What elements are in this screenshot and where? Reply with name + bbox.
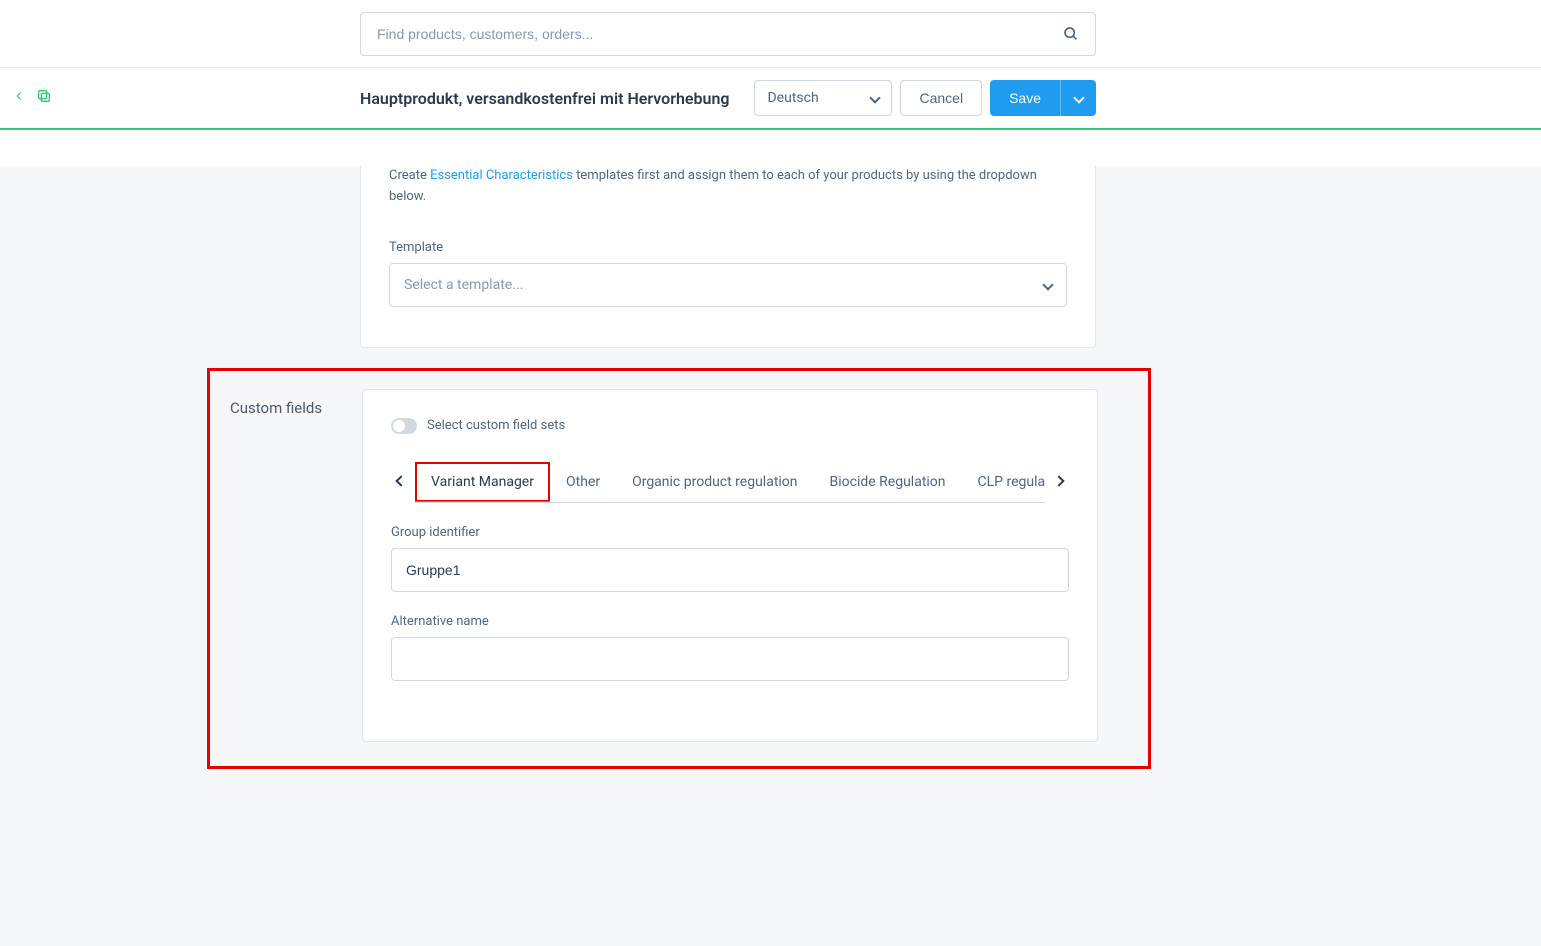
group-identifier-input[interactable] [391,548,1069,592]
custom-fields-highlight: Custom fields Select custom field sets V… [207,368,1151,769]
cancel-button[interactable]: Cancel [900,80,982,116]
language-value: Deutsch [767,90,818,106]
search-icon[interactable] [1063,26,1079,42]
tab-organic-product-regulation[interactable]: Organic product regulation [616,462,813,502]
copy-icon[interactable] [36,88,52,108]
chevron-down-icon [1044,277,1052,293]
custom-field-tabs: Variant Manager Other Organic product re… [391,462,1069,503]
language-select[interactable]: Deutsch [754,80,892,116]
template-select[interactable]: Select a template... [389,263,1067,307]
template-placeholder: Select a template... [404,277,523,293]
select-custom-field-sets-label: Select custom field sets [427,418,565,433]
alternative-name-input[interactable] [391,637,1069,681]
save-dropdown[interactable] [1060,80,1096,116]
top-search-bar [0,0,1541,68]
back-icon[interactable] [12,89,26,107]
select-custom-field-sets-toggle[interactable] [391,418,417,434]
tabs-scroll-left[interactable] [391,480,411,485]
essential-characteristics-card: Create Essential Characteristics templat… [360,166,1096,348]
tabs-scroll-right[interactable] [1049,480,1069,485]
desc-prefix: Create [389,168,430,183]
global-search[interactable] [360,12,1096,56]
search-input[interactable] [377,26,1063,42]
essential-characteristics-link[interactable]: Essential Characteristics [430,168,573,183]
alternative-name-label: Alternative name [391,614,1069,629]
page-title: Hauptprodukt, versandkostenfrei mit Herv… [360,89,730,108]
action-bar: Hauptprodukt, versandkostenfrei mit Herv… [0,68,1541,130]
page-body: Create Essential Characteristics templat… [0,166,1541,946]
tab-biocide-regulation[interactable]: Biocide Regulation [814,462,962,502]
tab-variant-manager[interactable]: Variant Manager [415,462,550,502]
tab-clp-regulation[interactable]: CLP regulat [962,462,1045,502]
save-button[interactable]: Save [990,80,1060,116]
essential-characteristics-desc: Create Essential Characteristics templat… [389,166,1067,208]
custom-fields-card: Select custom field sets Variant Manager… [362,389,1098,742]
custom-fields-section-title: Custom fields [230,399,322,417]
chevron-down-icon [871,90,879,106]
tab-other[interactable]: Other [550,462,616,502]
chevron-down-icon [1075,90,1083,106]
template-label: Template [389,240,1067,255]
group-identifier-label: Group identifier [391,525,1069,540]
